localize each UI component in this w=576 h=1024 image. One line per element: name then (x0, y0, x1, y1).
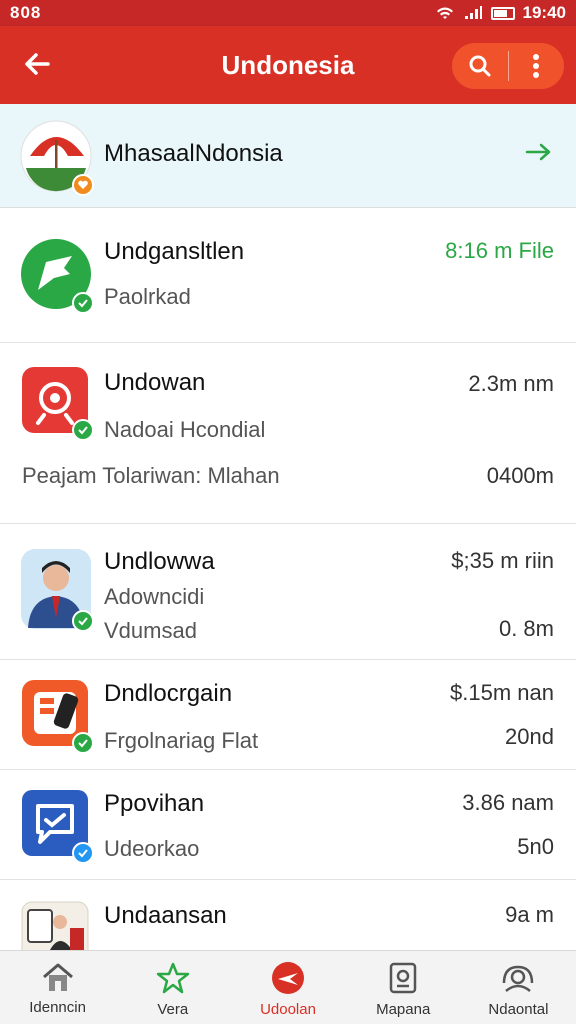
status-time: 19:40 (522, 3, 566, 22)
item-size: $.15m nan (450, 680, 554, 705)
map-icon (389, 962, 417, 994)
app-icon (20, 548, 94, 632)
nav-star[interactable]: Vera (115, 951, 230, 1024)
check-icon (78, 299, 88, 308)
nav-profile[interactable]: Ndaontal (461, 951, 576, 1024)
bottom-nav: Idenncin Vera Udoolan Mapana Ndaontal (0, 950, 576, 1024)
item-extra-value: 0400m (486, 463, 554, 488)
item-name: Undaansan (104, 902, 227, 929)
app-icon (20, 365, 94, 441)
arrow-right-icon (525, 143, 551, 161)
nav-send[interactable]: Udoolan (230, 951, 345, 1024)
item-extra-value: 20nd (505, 724, 554, 749)
item-name: Undlowwa (104, 548, 215, 575)
item-name: Dndlocrgain (104, 680, 233, 707)
search-button[interactable] (452, 43, 508, 89)
item-extra-value: 5n0 (517, 834, 554, 859)
app-icon (20, 238, 94, 314)
check-icon (78, 849, 88, 858)
item-subtitle: Adowncidi (104, 584, 205, 609)
nav-label-send: Udoolan (260, 1001, 316, 1018)
shop-app-icon (21, 901, 89, 950)
item-size: 3.86 nam (462, 790, 554, 815)
verified-badge (72, 842, 94, 864)
list-item[interactable]: Ppovihan 3.86 nam Udeorkao 5n0 (0, 770, 576, 880)
list-item[interactable]: Dndlocrgain $.15m nan Frgolnariag Flat 2… (0, 660, 576, 770)
verified-badge (72, 610, 94, 632)
profile-icon (503, 965, 534, 992)
item-extra-value: 0. 8m (498, 616, 554, 641)
search-icon (469, 55, 491, 77)
nav-label-profile: Ndaontal (488, 1001, 549, 1018)
item-size: $;35 m riin (451, 548, 554, 573)
item-extra-info: Peajam Tolariwan: Mlahan (22, 463, 280, 488)
wifi-icon (436, 7, 453, 19)
item-name: Undgansltlen (104, 238, 245, 265)
item-subtitle: Frgolnariag Flat (104, 728, 259, 753)
nav-map[interactable]: Mapana (346, 951, 461, 1024)
list-item[interactable]: Undowan 2.3m nm Nadoai Hcondial Peajam T… (0, 343, 576, 524)
check-icon (78, 426, 88, 435)
home-icon (42, 963, 73, 991)
verified-badge (72, 419, 94, 441)
item-name: Ppovihan (104, 790, 205, 817)
item-subtitle-2: Vdumsad (104, 618, 197, 643)
item-subtitle: Udeorkao (104, 836, 200, 861)
nav-label-star: Vera (157, 1001, 189, 1018)
item-name: Undowan (104, 369, 206, 396)
featured-badge (72, 174, 94, 196)
item-size: 2.3m nm (468, 371, 554, 396)
app-icon (20, 678, 94, 754)
app-icon (20, 900, 92, 950)
featured-title: MhasaalNdonsia (104, 140, 283, 167)
check-icon (78, 739, 88, 748)
check-icon (78, 617, 88, 626)
list-item[interactable]: Undlowwa $;35 m riin Adowncidi Vdumsad 0… (0, 524, 576, 660)
app-bar-actions (452, 43, 564, 89)
item-size: 8:16 m File (445, 238, 554, 263)
signal-icon (464, 6, 482, 19)
heart-icon (78, 180, 88, 189)
nav-label-home: Idenncin (29, 999, 86, 1016)
more-vert-icon (533, 54, 540, 78)
send-icon (272, 962, 304, 994)
featured-arrow-button[interactable] (524, 140, 554, 169)
nav-home[interactable]: Idenncin (0, 951, 115, 1024)
verified-badge (72, 732, 94, 754)
status-bar: 808 19:40 (0, 0, 576, 26)
featured-banner[interactable]: MhasaalNdonsia (0, 104, 576, 208)
app-bar: Undonesia (0, 26, 576, 104)
nav-label-map: Mapana (376, 1001, 431, 1018)
app-icon (20, 788, 94, 864)
star-icon (156, 962, 190, 994)
list-item[interactable]: Undaansan 9a m (0, 880, 576, 950)
more-options-button[interactable] (508, 43, 564, 89)
status-left-icons: 808 (10, 3, 42, 22)
list-item[interactable]: Undgansltlen 8:16 m File Paolrkad (0, 208, 576, 343)
item-size: 9a m (505, 902, 554, 927)
status-right: 19:40 (435, 3, 566, 23)
featured-icon (20, 120, 94, 196)
verified-badge (72, 292, 94, 314)
item-subtitle: Nadoai Hcondial (104, 417, 266, 442)
battery-icon (490, 6, 515, 20)
item-subtitle: Paolrkad (104, 284, 191, 309)
